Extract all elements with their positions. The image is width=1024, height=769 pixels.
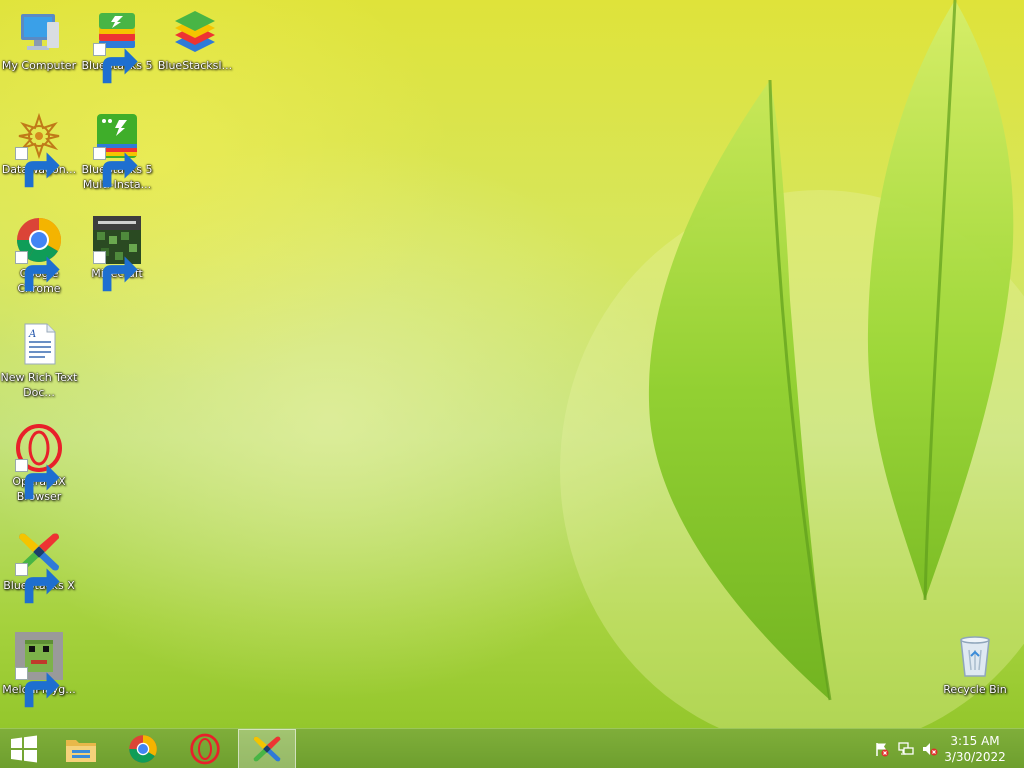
shortcut-arrow-icon (15, 667, 60, 708)
desktop[interactable]: My Computer BlueStacks 5 BlueStacksI... … (0, 0, 1024, 728)
network-icon[interactable] (898, 741, 914, 757)
chrome-button[interactable] (114, 729, 172, 769)
bluestacks-icon (171, 8, 219, 56)
shortcut-arrow-icon (15, 251, 60, 292)
shortcut-arrow-icon (93, 147, 138, 188)
bluestacks-icon (93, 8, 141, 84)
desktop-icon-recycle-bin[interactable]: Recycle Bin (936, 632, 1014, 697)
shortcut-arrow-icon (15, 459, 60, 500)
clock-time: 3:15 AM (950, 734, 1000, 748)
volume-muted-icon[interactable] (922, 741, 938, 757)
desktop-icon-opera-gx[interactable]: Opera GX Browser (0, 424, 78, 504)
desktop-icon-bluestacks-multi-instance[interactable]: BlueStacks 5 Multi-Insta... (78, 112, 156, 192)
start-button[interactable] (0, 729, 48, 769)
desktop-icon-bluestacks-5[interactable]: BlueStacks 5 (78, 8, 156, 84)
bluestacks-x-button[interactable] (238, 729, 296, 769)
desktop-icon-my-computer[interactable]: My Computer (0, 8, 78, 73)
windows-logo-icon (11, 735, 37, 763)
desktop-icon-bluestacks-installer[interactable]: BlueStacksI... (156, 8, 234, 73)
computer-icon (15, 8, 63, 56)
shortcut-arrow-icon (93, 251, 138, 292)
chrome-icon (129, 735, 157, 763)
shortcut-arrow-icon (15, 147, 60, 188)
clock-date: 3/30/2022 (944, 750, 1006, 764)
document-icon: A (15, 320, 63, 368)
desktop-icon-bluestacks-x[interactable]: BlueStacks X (0, 528, 78, 604)
desktop-icon-label: Recycle Bin (943, 683, 1007, 696)
opera-icon (190, 733, 220, 765)
desktop-icon-datawagon[interactable]: DataWagon... (0, 112, 78, 188)
taskbar: 3:15 AM 3/30/2022 (0, 728, 1024, 769)
opera-icon (15, 424, 63, 500)
bluestacks-x-icon (15, 528, 63, 604)
shortcut-arrow-icon (93, 43, 138, 84)
shortcut-arrow-icon (15, 563, 60, 604)
file-explorer-button[interactable] (52, 729, 110, 769)
desktop-icon-label: BlueStacksI... (157, 59, 233, 72)
clock[interactable]: 3:15 AM 3/30/2022 (940, 733, 1010, 765)
melon-playground-icon (15, 632, 63, 708)
folder-icon (66, 740, 96, 762)
action-center-flag-icon[interactable] (874, 741, 890, 757)
datawagon-icon (15, 112, 63, 188)
chrome-icon (15, 216, 63, 292)
desktop-icon-google-chrome[interactable]: Google Chrome (0, 216, 78, 296)
svg-text:A: A (28, 329, 36, 340)
bluestacks-multi-instance-icon (93, 112, 141, 188)
desktop-icon-melon-playground[interactable]: MelonPlayg... (0, 632, 78, 708)
minecraft-icon (93, 216, 141, 292)
opera-gx-button[interactable] (176, 729, 234, 769)
bluestacks-x-icon (253, 736, 281, 762)
desktop-icon-label: My Computer (1, 59, 77, 72)
wallpaper-leaves (560, 0, 1024, 728)
desktop-icon-label: New Rich Text Doc... (0, 371, 78, 399)
desktop-icon-rich-text-document[interactable]: A New Rich Text Doc... (0, 320, 78, 400)
desktop-icon-minecraft[interactable]: Minecraft (78, 216, 156, 292)
recycle-bin-icon (951, 632, 999, 680)
